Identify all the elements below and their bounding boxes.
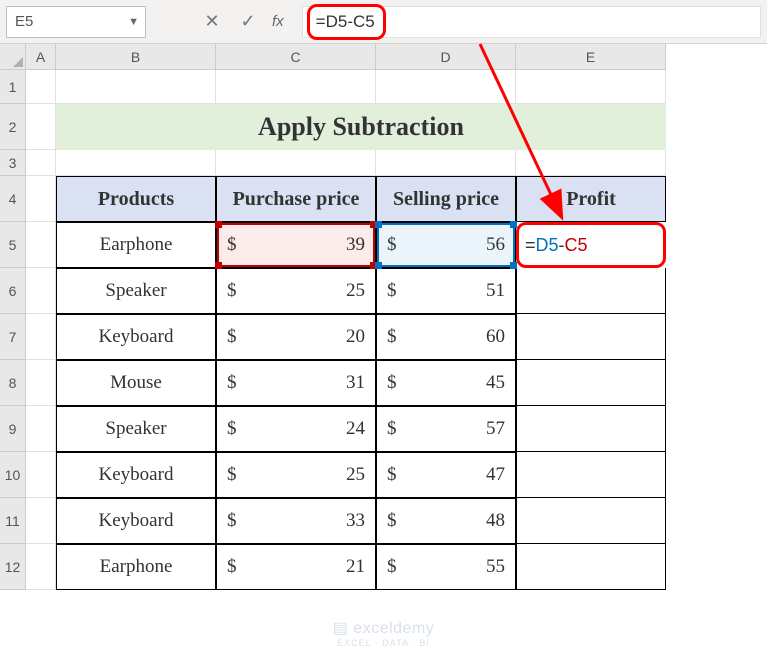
header-selling[interactable]: Selling price xyxy=(376,176,516,222)
col-header-B[interactable]: B xyxy=(56,44,216,70)
header-products[interactable]: Products xyxy=(56,176,216,222)
cell-E10[interactable] xyxy=(516,452,666,498)
cell-selling-9[interactable]: $57 xyxy=(376,406,516,452)
row-header-11[interactable]: 11 xyxy=(0,498,26,544)
formula-bar-buttons: ✕ ✓ fx xyxy=(194,6,294,38)
row-header-10[interactable]: 10 xyxy=(0,452,26,498)
col-header-A[interactable]: A xyxy=(26,44,56,70)
cell-D3[interactable] xyxy=(376,150,516,176)
formula-input[interactable]: =D5-C5 xyxy=(302,6,761,38)
cell-C3[interactable] xyxy=(216,150,376,176)
cell-purchase-10[interactable]: $25 xyxy=(216,452,376,498)
cell-E6[interactable] xyxy=(516,268,666,314)
row-header-5[interactable]: 5 xyxy=(0,222,26,268)
cell-product-7[interactable]: Keyboard xyxy=(56,314,216,360)
cell-product-11[interactable]: Keyboard xyxy=(56,498,216,544)
row-header-2[interactable]: 2 xyxy=(0,104,26,150)
cell-A7[interactable] xyxy=(26,314,56,360)
formula-callout: =D5-C5 xyxy=(307,4,386,40)
cell-E3[interactable] xyxy=(516,150,666,176)
cell-E8[interactable] xyxy=(516,360,666,406)
enter-icon[interactable]: ✓ xyxy=(230,6,266,38)
cell-product-6[interactable]: Speaker xyxy=(56,268,216,314)
cell-E7[interactable] xyxy=(516,314,666,360)
cell-selling-8[interactable]: $45 xyxy=(376,360,516,406)
cell-product-10[interactable]: Keyboard xyxy=(56,452,216,498)
cell-A12[interactable] xyxy=(26,544,56,590)
cell-product-12[interactable]: Earphone xyxy=(56,544,216,590)
cell-purchase-11[interactable]: $33 xyxy=(216,498,376,544)
cell-C1[interactable] xyxy=(216,70,376,104)
row-header-6[interactable]: 6 xyxy=(0,268,26,314)
col-header-C[interactable]: C xyxy=(216,44,376,70)
cell-A8[interactable] xyxy=(26,360,56,406)
cell-E12[interactable] xyxy=(516,544,666,590)
cell-A9[interactable] xyxy=(26,406,56,452)
fx-icon[interactable]: fx xyxy=(272,13,284,30)
cell-purchase-7[interactable]: $20 xyxy=(216,314,376,360)
formula-text: =D5-C5 xyxy=(316,12,375,32)
grid-body: Apply Subtraction Products Purchase pric… xyxy=(26,70,666,590)
row-header-12[interactable]: 12 xyxy=(0,544,26,590)
cell-selling-6[interactable]: $51 xyxy=(376,268,516,314)
cell-A5[interactable] xyxy=(26,222,56,268)
cell-A2[interactable] xyxy=(26,104,56,150)
cell-purchase-8[interactable]: $31 xyxy=(216,360,376,406)
watermark: ▤ exceldemy EXCEL · DATA · BI xyxy=(333,618,435,648)
cell-E1[interactable] xyxy=(516,70,666,104)
cell-selling-12[interactable]: $55 xyxy=(376,544,516,590)
row-headers: 1 2 3 4 5 6 7 8 9 10 11 12 xyxy=(0,70,26,590)
row-header-9[interactable]: 9 xyxy=(0,406,26,452)
cell-E5-formula[interactable]: =D5-C5 xyxy=(516,222,666,268)
cell-E9[interactable] xyxy=(516,406,666,452)
cell-selling-10[interactable]: $47 xyxy=(376,452,516,498)
column-header-row: A B C D E xyxy=(0,44,767,70)
cell-selling-11[interactable]: $48 xyxy=(376,498,516,544)
col-header-E[interactable]: E xyxy=(516,44,666,70)
row-header-7[interactable]: 7 xyxy=(0,314,26,360)
row-header-8[interactable]: 8 xyxy=(0,360,26,406)
cell-purchase-6[interactable]: $25 xyxy=(216,268,376,314)
cell-A11[interactable] xyxy=(26,498,56,544)
cell-product-5[interactable]: Earphone xyxy=(56,222,216,268)
row-header-3[interactable]: 3 xyxy=(0,150,26,176)
cell-product-8[interactable]: Mouse xyxy=(56,360,216,406)
row-header-4[interactable]: 4 xyxy=(0,176,26,222)
cell-A10[interactable] xyxy=(26,452,56,498)
chevron-down-icon[interactable]: ▼ xyxy=(128,16,139,28)
cell-E11[interactable] xyxy=(516,498,666,544)
cell-purchase-5[interactable]: $39 xyxy=(216,222,376,268)
cell-product-9[interactable]: Speaker xyxy=(56,406,216,452)
cancel-icon[interactable]: ✕ xyxy=(194,6,230,38)
row-header-1[interactable]: 1 xyxy=(0,70,26,104)
cell-selling-5[interactable]: $56 xyxy=(376,222,516,268)
cell-B1[interactable] xyxy=(56,70,216,104)
title-cell[interactable]: Apply Subtraction xyxy=(56,104,666,150)
cell-purchase-9[interactable]: $24 xyxy=(216,406,376,452)
header-purchase[interactable]: Purchase price xyxy=(216,176,376,222)
name-box-value: E5 xyxy=(15,13,33,30)
cell-A6[interactable] xyxy=(26,268,56,314)
cell-A1[interactable] xyxy=(26,70,56,104)
header-profit[interactable]: Profit xyxy=(516,176,666,222)
cell-A4[interactable] xyxy=(26,176,56,222)
cell-D1[interactable] xyxy=(376,70,516,104)
select-all-corner[interactable] xyxy=(0,44,26,70)
cell-B3[interactable] xyxy=(56,150,216,176)
sheet-area: 1 2 3 4 5 6 7 8 9 10 11 12 Apply Subtrac… xyxy=(0,70,767,590)
name-box[interactable]: E5 ▼ xyxy=(6,6,146,38)
col-header-D[interactable]: D xyxy=(376,44,516,70)
formula-bar: E5 ▼ ✕ ✓ fx =D5-C5 xyxy=(0,0,767,44)
cell-A3[interactable] xyxy=(26,150,56,176)
cell-selling-7[interactable]: $60 xyxy=(376,314,516,360)
cell-purchase-12[interactable]: $21 xyxy=(216,544,376,590)
